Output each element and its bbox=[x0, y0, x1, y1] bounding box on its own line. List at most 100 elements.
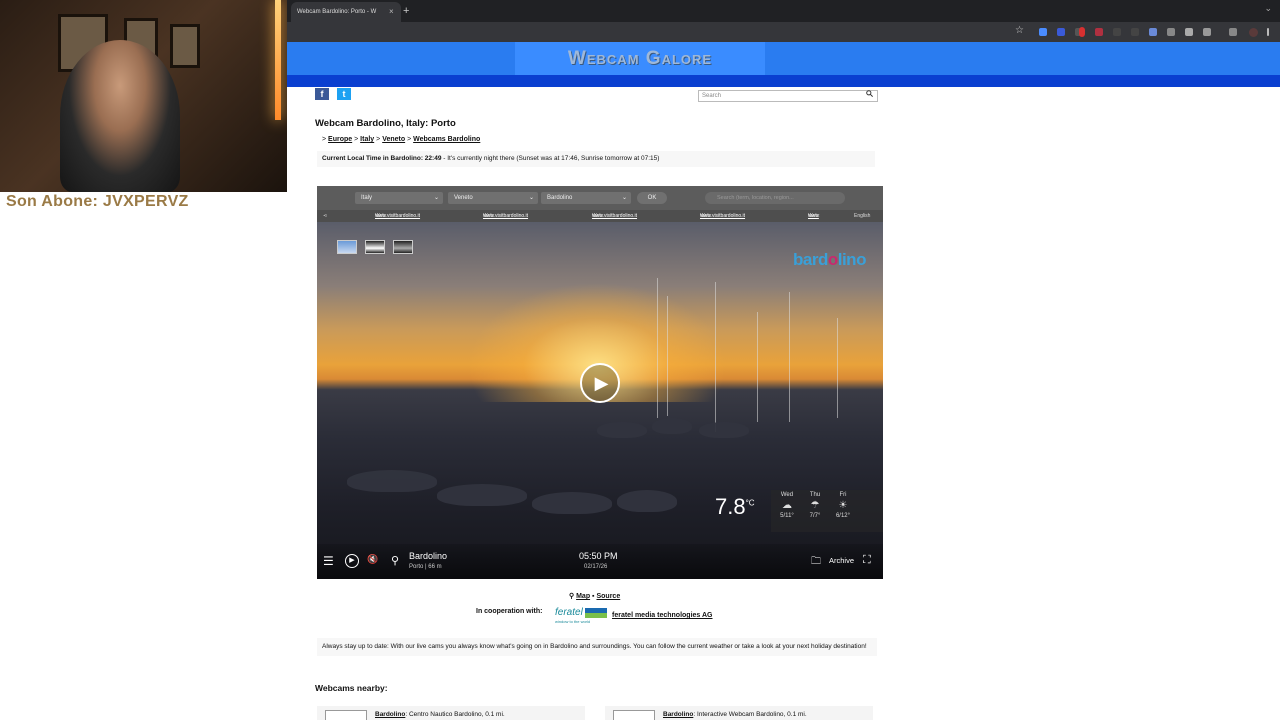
site-header: Webcam Galore bbox=[287, 42, 1280, 87]
map-pin-icon: ⚲ bbox=[569, 593, 575, 600]
web-prefix: Web: bbox=[375, 213, 387, 219]
map-link[interactable]: Map bbox=[576, 593, 590, 600]
browser-toolbar: ☆ bbox=[287, 22, 1280, 42]
region-select[interactable]: Veneto ⌄ bbox=[448, 192, 538, 204]
bookmark-star-icon[interactable]: ☆ bbox=[1015, 25, 1024, 36]
feratel-logo-name: feratel bbox=[555, 607, 583, 618]
country-select[interactable]: Italy ⌄ bbox=[355, 192, 443, 204]
webcam-search-input[interactable]: Search (term, location, region... bbox=[705, 192, 845, 204]
web-prefix: Web: bbox=[483, 213, 495, 219]
chevron-down-icon: ⌄ bbox=[621, 195, 627, 201]
ok-button[interactable]: OK bbox=[637, 192, 667, 204]
mute-icon[interactable]: 🔇 bbox=[367, 554, 378, 565]
bardolino-logo: bardolino bbox=[793, 250, 866, 270]
extension-icon[interactable] bbox=[1057, 28, 1065, 36]
forecast-range: 6/12° bbox=[835, 513, 851, 519]
location-subtitle: Porto | 66 m bbox=[409, 564, 442, 570]
location-pin-icon: ⚲ bbox=[391, 555, 400, 567]
extension-icon[interactable] bbox=[1229, 28, 1237, 36]
feratel-logo[interactable]: feratel window to the world bbox=[555, 607, 607, 625]
facebook-icon[interactable]: f bbox=[315, 88, 329, 100]
feratel-link[interactable]: feratel media technologies AG bbox=[612, 612, 713, 619]
tab-search-icon[interactable]: ⌄ bbox=[1264, 3, 1272, 14]
sun-icon: ☀ bbox=[838, 500, 848, 511]
share-icon[interactable]: ⋖ bbox=[323, 210, 327, 222]
extension-icon[interactable] bbox=[1039, 28, 1047, 36]
play-icon[interactable]: ▶ bbox=[345, 554, 359, 568]
location-selector-bar: Italy ⌄ Veneto ⌄ Bardolino ⌄ OK Search (ter… bbox=[317, 186, 883, 210]
player-control-bar: ☰ ▶ 🔇 ⚲ Bardolino Porto | 66 m 05:50 PM … bbox=[317, 544, 883, 579]
camera-thumbnail[interactable] bbox=[365, 240, 385, 254]
breadcrumb-separator: > bbox=[407, 136, 412, 143]
forecast-day: Thu ☂ 7/7° bbox=[801, 492, 829, 519]
chevron-down-icon: ⌄ bbox=[433, 195, 439, 201]
new-tab-button[interactable]: + bbox=[403, 2, 409, 20]
puzzle-icon[interactable] bbox=[1203, 28, 1211, 36]
extension-icon[interactable] bbox=[1079, 27, 1085, 37]
search-input[interactable]: Search bbox=[698, 90, 878, 102]
extension-icon[interactable] bbox=[1185, 28, 1193, 36]
sailboat-mast bbox=[715, 282, 716, 432]
feratel-flag bbox=[585, 608, 607, 618]
breadcrumb-italy[interactable]: Italy bbox=[360, 136, 374, 143]
streamer bbox=[60, 40, 180, 192]
sailboat-mast bbox=[837, 318, 838, 418]
breadcrumb-veneto[interactable]: Veneto bbox=[382, 136, 405, 143]
bardolino-logo-text-a: bard bbox=[793, 250, 828, 269]
extension-icon[interactable] bbox=[1113, 28, 1121, 36]
web-prefix: Web: bbox=[592, 213, 604, 219]
browser-tab[interactable]: Webcam Bardolino: Porto - W × bbox=[291, 2, 401, 22]
nearby-webcam-card[interactable]: Bardolino: Interactive Webcam Bardolino,… bbox=[605, 706, 873, 720]
place-select-value: Bardolino bbox=[547, 195, 573, 201]
nearby-webcam-card[interactable]: Bardolino: Centro Nautico Bardolino, 0.1… bbox=[317, 706, 585, 720]
nearby-heading: Webcams nearby: bbox=[315, 683, 388, 693]
extension-icon[interactable] bbox=[1167, 28, 1175, 36]
breadcrumb-separator: > bbox=[354, 136, 359, 143]
camera-thumbnail[interactable] bbox=[337, 240, 357, 254]
sailboat-mast bbox=[757, 312, 758, 422]
breadcrumb-webcams-bardolino[interactable]: Webcams Bardolino bbox=[413, 136, 480, 143]
forecast-day-label: Wed bbox=[780, 492, 794, 498]
place-select[interactable]: Bardolino ⌄ bbox=[541, 192, 631, 204]
boat bbox=[437, 484, 527, 506]
location-name: Bardolino bbox=[409, 551, 448, 561]
map-source-links: ⚲ Map ▪ Source bbox=[569, 592, 620, 600]
fullscreen-icon[interactable]: ⛶ bbox=[863, 554, 871, 567]
webcam-player[interactable]: Italy ⌄ Veneto ⌄ Bardolino ⌄ OK Search (ter… bbox=[317, 186, 883, 579]
header-band bbox=[287, 75, 1280, 87]
camera-thumbnail[interactable] bbox=[393, 240, 413, 254]
nearby-link[interactable]: Bardolino bbox=[375, 711, 405, 718]
play-overlay-button[interactable]: ▶ bbox=[580, 363, 620, 403]
twitter-icon[interactable]: t bbox=[337, 88, 351, 100]
camera-icon: ▪ bbox=[592, 593, 595, 600]
search-icon[interactable] bbox=[866, 90, 873, 99]
extension-icon[interactable] bbox=[1095, 28, 1103, 36]
cam-time: 05:50 PM bbox=[579, 551, 618, 561]
breadcrumb-europe[interactable]: Europe bbox=[328, 136, 352, 143]
nearby-thumbnail[interactable] bbox=[613, 710, 655, 720]
streamer-overlay-text: Son Abone: JVXPERVZ bbox=[6, 193, 189, 210]
site-logo[interactable]: Webcam Galore bbox=[515, 42, 765, 75]
extension-icon[interactable] bbox=[1131, 28, 1139, 36]
menu-icon[interactable]: ☰ bbox=[323, 554, 334, 568]
nearby-thumbnail[interactable] bbox=[325, 710, 367, 720]
nearby-detail: : Interactive Webcam Bardolino, 0.1 mi. bbox=[693, 711, 807, 718]
forecast-day-label: Thu bbox=[809, 492, 821, 498]
source-link[interactable]: Source bbox=[596, 593, 620, 600]
close-tab-icon[interactable]: × bbox=[389, 2, 394, 22]
tab-title: Webcam Bardolino: Porto - W bbox=[297, 9, 377, 15]
feratel-tagline: window to the world bbox=[555, 619, 591, 624]
archive-button[interactable]: Archive bbox=[829, 556, 854, 565]
web-links-row: ⋖ Web: www.visitbardolino.it Web: www.vi… bbox=[317, 210, 883, 222]
browser-menu-icon[interactable] bbox=[1267, 28, 1269, 36]
nearby-link[interactable]: Bardolino bbox=[663, 711, 693, 718]
avatar[interactable] bbox=[1249, 28, 1258, 37]
extension-icon[interactable] bbox=[1149, 28, 1157, 36]
boat bbox=[532, 492, 612, 514]
forecast-day-label: Fri bbox=[839, 492, 847, 498]
sailboat-mast bbox=[789, 292, 790, 422]
wall-picture bbox=[170, 24, 200, 68]
language-select[interactable]: English bbox=[854, 210, 870, 222]
nearby-detail: : Centro Nautico Bardolino, 0.1 mi. bbox=[405, 711, 505, 718]
folder-icon[interactable]: 🗀 bbox=[811, 554, 821, 571]
